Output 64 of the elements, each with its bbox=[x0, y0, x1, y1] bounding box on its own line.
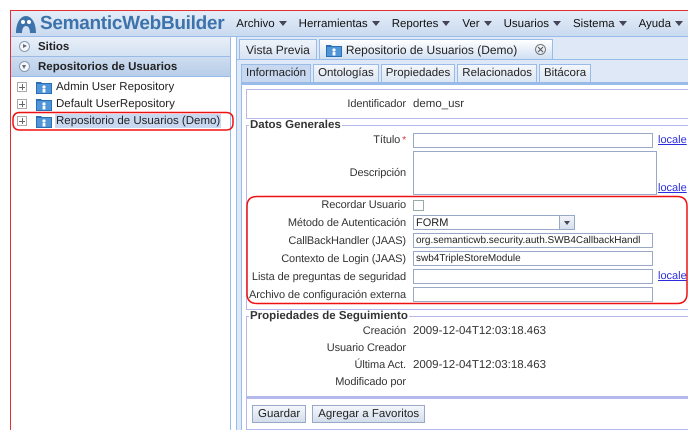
caret-icon bbox=[372, 21, 380, 26]
field-label: Contexto de Login (JAAS) bbox=[280, 252, 406, 266]
input-field[interactable] bbox=[413, 287, 653, 302]
field-label: Descripción bbox=[348, 166, 406, 180]
app-title: SemanticWebBuilder bbox=[40, 12, 224, 34]
user-folder-icon bbox=[36, 97, 52, 111]
input-field[interactable] bbox=[413, 269, 653, 284]
caret-icon bbox=[484, 21, 492, 26]
dropdown[interactable]: FORM bbox=[413, 215, 575, 230]
user-folder-icon bbox=[326, 42, 342, 56]
tab[interactable]: Propiedades bbox=[380, 64, 456, 82]
accordion-header[interactable]: Sitios bbox=[11, 37, 230, 57]
caret-icon bbox=[553, 21, 562, 26]
menu-item[interactable]: Usuarios bbox=[498, 18, 568, 30]
accordion-header[interactable]: Repositorios de Usuarios bbox=[11, 57, 230, 77]
locale-link[interactable]: locale bbox=[658, 134, 687, 147]
form-button[interactable]: Guardar bbox=[252, 405, 306, 423]
field-label: Última Act. bbox=[354, 358, 406, 372]
tab[interactable]: Relacionados bbox=[457, 64, 537, 82]
field-label: Método de Autenticación bbox=[286, 216, 406, 230]
tree-item[interactable]: Admin User Repository bbox=[55, 80, 176, 94]
checkbox[interactable] bbox=[413, 200, 424, 210]
menu-item[interactable]: Herramientas bbox=[292, 18, 386, 30]
required-mark: * bbox=[402, 135, 406, 146]
field-label: Identificador bbox=[346, 97, 406, 111]
field-value: demo_usr bbox=[413, 97, 464, 111]
caret-icon bbox=[278, 21, 287, 26]
menu-item[interactable]: Ayuda bbox=[632, 18, 688, 30]
tree-item[interactable]: Default UserRepository bbox=[55, 97, 176, 111]
logo-icon bbox=[15, 14, 37, 34]
text-area[interactable] bbox=[413, 151, 657, 195]
input-field[interactable]: org.semanticwb.security.auth.SWB4CallbackHandl bbox=[413, 233, 653, 248]
section-title: Datos Generales bbox=[249, 119, 342, 131]
tab[interactable]: Repositorio de Usuarios (Demo) bbox=[318, 39, 554, 59]
field-label: Usuario Creador bbox=[326, 341, 406, 355]
form-button[interactable]: Agregar a Favoritos bbox=[312, 405, 426, 423]
tab[interactable]: Información bbox=[241, 64, 312, 82]
caret-icon bbox=[674, 21, 683, 26]
close-icon[interactable] bbox=[535, 44, 546, 55]
field-label: CallBackHandler (JAAS) bbox=[287, 234, 406, 248]
field-value: 2009-12-04T12:03:18.463 bbox=[413, 324, 546, 338]
menu-item[interactable]: Archivo bbox=[230, 18, 293, 30]
menu-item[interactable]: Ver bbox=[456, 18, 498, 30]
field-label: Archivo de configuración externa bbox=[249, 288, 406, 302]
tab[interactable]: Bitácora bbox=[538, 64, 592, 82]
menu-item[interactable]: Reportes bbox=[386, 18, 456, 30]
input-field[interactable]: swb4TripleStoreModule bbox=[413, 251, 653, 266]
user-folder-icon bbox=[36, 80, 52, 94]
menu-item[interactable]: Sistema bbox=[567, 18, 633, 30]
field-label: Lista de preguntas de seguridad bbox=[250, 270, 406, 284]
section-title: Propiedades de Seguimiento bbox=[249, 310, 409, 322]
caret-icon bbox=[618, 21, 627, 26]
input-field[interactable] bbox=[413, 133, 653, 148]
tree-item[interactable]: Repositorio de Usuarios (Demo) bbox=[55, 114, 222, 128]
tab[interactable]: Vista Previa bbox=[239, 39, 317, 59]
field-label: Recordar Usuario bbox=[320, 198, 406, 212]
field-label: Creación bbox=[362, 324, 406, 338]
tab[interactable]: Ontologías bbox=[313, 64, 379, 82]
field-label: Modificado por bbox=[334, 375, 406, 389]
user-folder-icon bbox=[36, 114, 52, 128]
locale-link[interactable]: locale bbox=[658, 182, 687, 195]
caret-icon bbox=[442, 21, 450, 26]
field-label: Título * bbox=[372, 133, 406, 148]
field-value: 2009-12-04T12:03:18.463 bbox=[413, 358, 546, 372]
